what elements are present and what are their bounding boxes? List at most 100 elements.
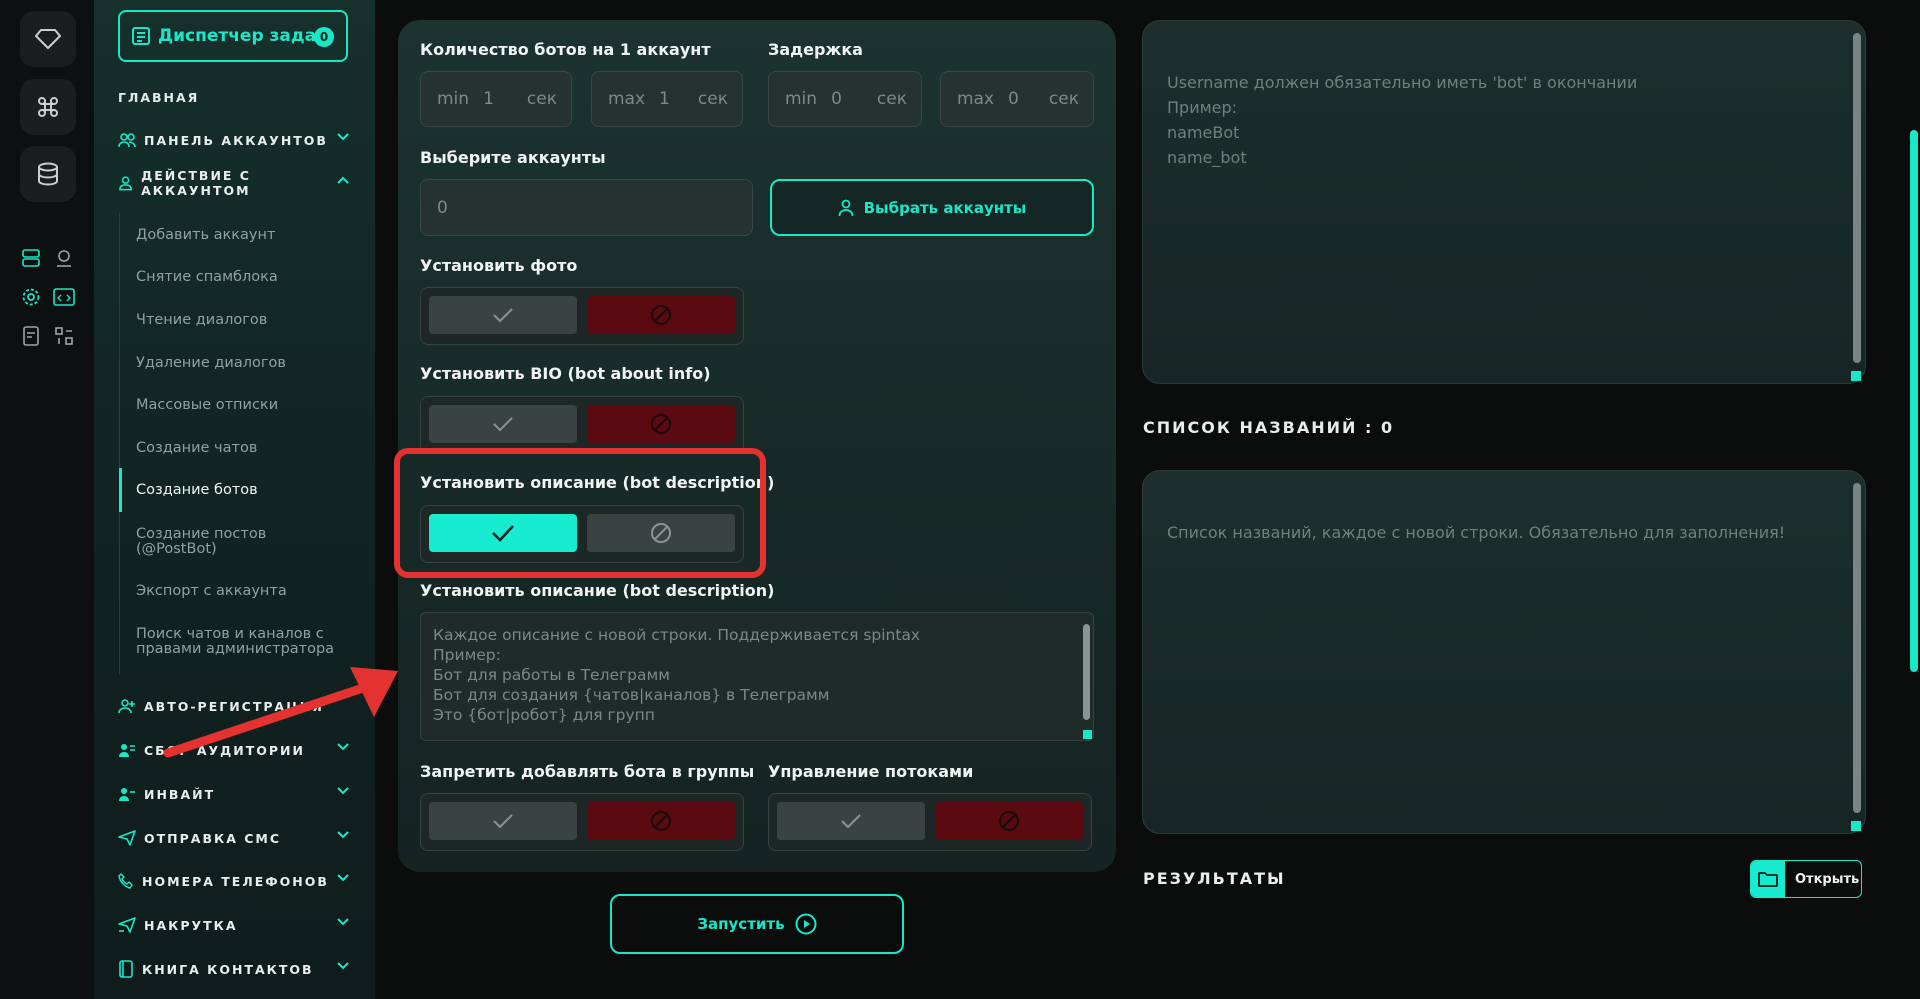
sidebar: Диспетчер задач 0 ГЛАВНАЯ ПАНЕЛЬ АККАУНТ…	[94, 0, 376, 999]
sidebar-item-read-dialogs[interactable]: Чтение диалогов	[136, 313, 356, 328]
chevron-down-icon	[337, 787, 349, 795]
sidebar-item-spamblock[interactable]: Снятие спамблока	[136, 270, 356, 285]
code-window-icon[interactable]	[52, 285, 76, 309]
disable-button[interactable]	[587, 296, 735, 334]
section-boost[interactable]: НАКРУТКА	[118, 914, 354, 936]
enable-button[interactable]	[429, 296, 577, 334]
user-icon	[838, 199, 854, 216]
annotation-arrow-icon	[163, 667, 398, 758]
task-manager-button[interactable]: Диспетчер задач 0	[118, 10, 348, 62]
delay-max-input[interactable]: max 0 сек	[940, 71, 1094, 127]
user-add-icon	[118, 699, 135, 714]
location-user-icon[interactable]	[52, 246, 76, 270]
delay-label: Задержка	[768, 40, 863, 59]
scrollbar[interactable]	[1853, 483, 1861, 813]
sidebar-item-admin-search[interactable]: Поиск чатов и каналов с правами админист…	[136, 627, 356, 657]
names-placeholder-text: Список названий, каждое с новой строки. …	[1167, 523, 1786, 542]
names-list-textarea[interactable]: Список названий, каждое с новой строки. …	[1142, 470, 1866, 834]
section-label: ИНВАЙТ	[144, 786, 216, 802]
database-icon[interactable]	[20, 146, 76, 202]
chevron-down-icon	[337, 918, 349, 926]
highlight-box	[394, 448, 766, 578]
disable-button[interactable]	[587, 405, 735, 443]
check-icon	[841, 814, 861, 829]
disable-button[interactable]	[587, 802, 735, 840]
resize-handle[interactable]	[1851, 821, 1861, 831]
section-sms-sending[interactable]: ОТПРАВКА СМС	[118, 827, 354, 849]
phone-icon	[118, 873, 133, 889]
input-value: 0	[1008, 89, 1019, 109]
bots-per-account-label: Количество ботов на 1 аккаунт	[420, 40, 711, 59]
boost-send-icon	[118, 917, 136, 933]
section-label: НОМЕРА ТЕЛЕФОНОВ	[142, 873, 329, 889]
task-manager-icon	[132, 27, 150, 45]
sidebar-item-delete-dialogs[interactable]: Удаление диалогов	[136, 356, 356, 371]
input-suffix: сек	[876, 89, 907, 109]
set-photo-toggle	[420, 287, 744, 345]
sidebar-item-create-posts[interactable]: Создание постов (@PostBot)	[136, 527, 356, 557]
chevron-down-icon	[337, 962, 349, 970]
section-invite[interactable]: ИНВАЙТ	[118, 783, 354, 805]
sidebar-item-create-bots[interactable]: Создание ботов	[136, 483, 356, 498]
set-bio-label: Установить BIO (bot about info)	[420, 364, 711, 383]
forbid-groups-label: Запретить добавлять бота в группы	[420, 762, 755, 781]
scrollbar[interactable]	[1853, 33, 1861, 363]
description-textarea[interactable]: Каждое описание с новой строки. Поддержи…	[420, 612, 1094, 741]
invite-icon	[119, 788, 135, 801]
select-accounts-button[interactable]: Выбрать аккаунты	[770, 179, 1094, 236]
resize-handle[interactable]	[1083, 730, 1092, 739]
sidebar-item-add-account[interactable]: Добавить аккаунт	[136, 228, 356, 243]
block-icon	[650, 304, 672, 326]
users-icon	[118, 133, 136, 148]
sidebar-item-export-account[interactable]: Экспорт с аккаунта	[136, 584, 356, 599]
input-suffix: сек	[526, 89, 557, 109]
command-icon[interactable]	[20, 79, 76, 135]
icon-rail	[0, 0, 94, 999]
enable-button[interactable]	[429, 802, 577, 840]
section-contact-book[interactable]: КНИГА КОНТАКТОВ	[118, 958, 354, 980]
username-hint-box[interactable]: Username должен обязательно иметь 'bot' …	[1142, 20, 1866, 384]
input-value: 1	[659, 89, 670, 109]
input-suffix: сек	[1048, 89, 1079, 109]
task-manager-label: Диспетчер задач	[158, 26, 328, 46]
disable-button[interactable]	[935, 802, 1083, 840]
textarea-scrollbar[interactable]	[1083, 624, 1090, 720]
audience-icon	[119, 744, 135, 757]
task-count-badge: 0	[314, 27, 334, 47]
bots-min-input[interactable]: min 1 сек	[420, 71, 572, 127]
main-heading: ГЛАВНАЯ	[118, 90, 200, 105]
open-results-button[interactable]: Открыть	[1750, 860, 1862, 898]
sidebar-item-create-chats[interactable]: Создание чатов	[136, 441, 356, 456]
checklist-icon[interactable]	[19, 324, 43, 348]
settings-gear-icon[interactable]	[19, 285, 43, 309]
check-icon	[493, 814, 513, 829]
book-icon	[119, 960, 133, 978]
run-button-label: Запустить	[697, 915, 785, 933]
server-icon[interactable]	[19, 246, 43, 270]
results-heading: РЕЗУЛЬТАТЫ	[1143, 869, 1286, 888]
diamond-icon[interactable]	[20, 11, 76, 67]
bots-max-input[interactable]: max 1 сек	[591, 71, 743, 127]
open-button-label: Открыть	[1795, 871, 1860, 887]
input-prefix: min	[785, 89, 818, 109]
resize-handle[interactable]	[1851, 371, 1861, 381]
select-accounts-button-label: Выбрать аккаунты	[863, 198, 1027, 217]
section-label: ДЕЙСТВИЕ С АККАУНТОМ	[141, 168, 251, 198]
sidebar-item-mass-unsubscribe[interactable]: Массовые отписки	[136, 398, 356, 413]
section-accounts-panel[interactable]: ПАНЕЛЬ АККАУНТОВ	[118, 129, 354, 151]
enable-button[interactable]	[777, 802, 925, 840]
run-button[interactable]: Запустить	[610, 894, 904, 954]
grid-icon[interactable]	[52, 324, 76, 348]
section-phone-numbers[interactable]: НОМЕРА ТЕЛЕФОНОВ	[118, 870, 354, 892]
page-scrollbar[interactable]	[1910, 130, 1918, 672]
section-account-actions[interactable]: ДЕЙСТВИЕ С АККАУНТОМ	[118, 168, 354, 198]
input-value: 0	[831, 89, 842, 109]
user-icon	[119, 176, 132, 191]
check-icon	[493, 417, 513, 432]
delay-min-input[interactable]: min 0 сек	[768, 71, 922, 127]
enable-button[interactable]	[429, 405, 577, 443]
section-label: КНИГА КОНТАКТОВ	[142, 961, 314, 977]
block-icon	[650, 810, 672, 832]
selected-accounts-field[interactable]: 0	[420, 179, 753, 236]
section-label: ОТПРАВКА СМС	[144, 830, 282, 846]
